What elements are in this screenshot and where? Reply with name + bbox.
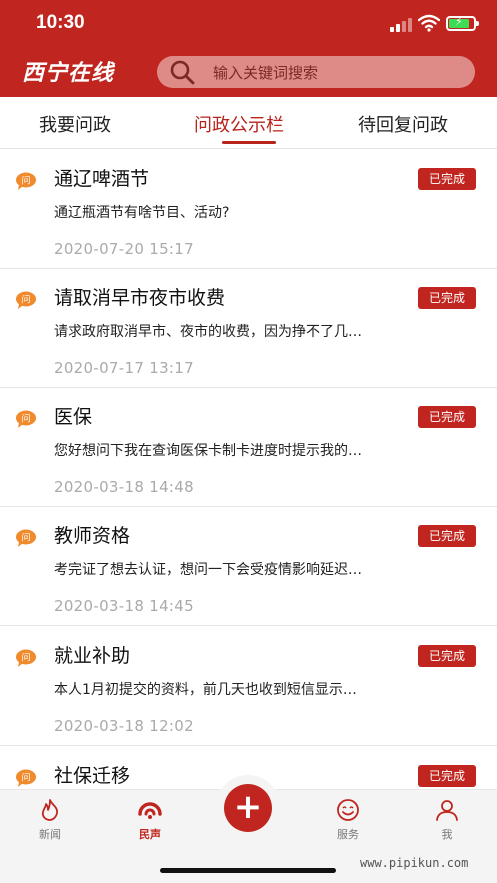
item-title: 医保 (54, 406, 93, 428)
question-bubble-icon: 问 (16, 649, 36, 667)
search-bar[interactable]: 输入关键词搜索 (157, 56, 475, 88)
item-description: 您好想问下我在查询医保卡制卡进度时提示我的… (54, 443, 362, 459)
svg-text:问: 问 (21, 772, 30, 784)
wifi-icon (418, 14, 440, 32)
add-question-button[interactable]: + (224, 784, 272, 832)
tab-pending-reply[interactable]: 待回复问政 (358, 111, 448, 137)
search-icon (170, 60, 195, 85)
item-description: 考完证了想去认证，想问一下会受疫情影响延迟… (54, 562, 362, 578)
status-badge: 已完成 (418, 645, 476, 667)
item-description: 通辽瓶酒节有啥节目、活动? (54, 205, 230, 221)
tab-bar: 我要问政 问政公示栏 待回复问政 (0, 97, 497, 149)
person-icon (436, 800, 458, 821)
tabbar-item-news[interactable]: 新闻 (20, 798, 80, 842)
item-timestamp: 2020-03-18 14:45 (54, 597, 194, 615)
item-title: 请取消早市夜市收费 (54, 287, 226, 309)
svg-text:问: 问 (21, 532, 30, 544)
app-header: 10:30 ⚡ 西宁在线 输入关键词搜索 (0, 0, 497, 97)
status-time: 10:30 (36, 12, 85, 33)
list-item[interactable]: 问 教师资格 已完成 考完证了想去认证，想问一下会受疫情影响延迟… 2020-0… (0, 507, 497, 626)
tabbar-item-voice[interactable]: 民声 (120, 798, 180, 842)
status-badge: 已完成 (418, 406, 476, 428)
active-tab-indicator (222, 141, 276, 144)
tabbar-item-me[interactable]: 我 (417, 798, 477, 842)
voice-icon (138, 802, 162, 819)
status-badge: 已完成 (418, 287, 476, 309)
svg-text:问: 问 (21, 413, 30, 425)
search-placeholder: 输入关键词搜索 (213, 64, 319, 82)
question-bubble-icon: 问 (16, 291, 36, 309)
list-item[interactable]: 问 请取消早市夜市收费 已完成 请求政府取消早市、夜市的收费，因为挣不了几… 2… (0, 269, 497, 388)
item-timestamp: 2020-03-18 12:02 (54, 717, 194, 735)
svg-text:问: 问 (21, 175, 30, 187)
item-title: 通辽啤酒节 (54, 168, 150, 190)
status-bar: 10:30 ⚡ (0, 0, 497, 44)
question-bubble-icon: 问 (16, 529, 36, 547)
item-timestamp: 2020-07-20 15:17 (54, 240, 194, 258)
tabbar-label: 我 (441, 828, 453, 841)
news-flame-icon (41, 799, 58, 821)
cellular-signal-icon (390, 18, 412, 32)
question-bubble-icon: 问 (16, 410, 36, 428)
battery-icon: ⚡ (446, 15, 479, 31)
item-title: 社保迁移 (54, 765, 131, 787)
svg-text:问: 问 (21, 294, 30, 306)
smile-icon (337, 799, 359, 821)
question-bubble-icon: 问 (16, 769, 36, 787)
status-badge: 已完成 (418, 525, 476, 547)
item-title: 教师资格 (54, 525, 131, 547)
item-timestamp: 2020-03-18 14:48 (54, 478, 194, 496)
list-item[interactable]: 问 就业补助 已完成 本人1月初提交的资料，前几天也收到短信显示… 2020-0… (0, 627, 497, 746)
watermark: www.pipikun.com (360, 856, 469, 870)
list-item[interactable]: 问 医保 已完成 您好想问下我在查询医保卡制卡进度时提示我的… 2020-03-… (0, 388, 497, 507)
status-badge: 已完成 (418, 168, 476, 190)
item-timestamp: 2020-07-17 13:17 (54, 359, 194, 377)
svg-text:问: 问 (21, 652, 30, 664)
status-badge: 已完成 (418, 765, 476, 787)
tab-public-board[interactable]: 问政公示栏 (194, 111, 284, 137)
item-description: 请求政府取消早市、夜市的收费，因为挣不了几… (54, 324, 362, 340)
tabbar-label: 新闻 (39, 828, 61, 841)
question-bubble-icon: 问 (16, 172, 36, 190)
item-title: 就业补助 (54, 645, 131, 667)
tabbar-item-service[interactable]: 服务 (318, 798, 378, 842)
tab-ask[interactable]: 我要问政 (39, 111, 111, 137)
tabbar-label: 民声 (139, 828, 161, 841)
list-item[interactable]: 问 通辽啤酒节 已完成 通辽瓶酒节有啥节目、活动? 2020-07-20 15:… (0, 150, 497, 269)
tabbar-label: 服务 (337, 828, 359, 841)
item-description: 本人1月初提交的资料，前几天也收到短信显示… (54, 682, 357, 698)
app-logo: 西宁在线 (22, 60, 115, 86)
home-indicator (160, 868, 336, 873)
